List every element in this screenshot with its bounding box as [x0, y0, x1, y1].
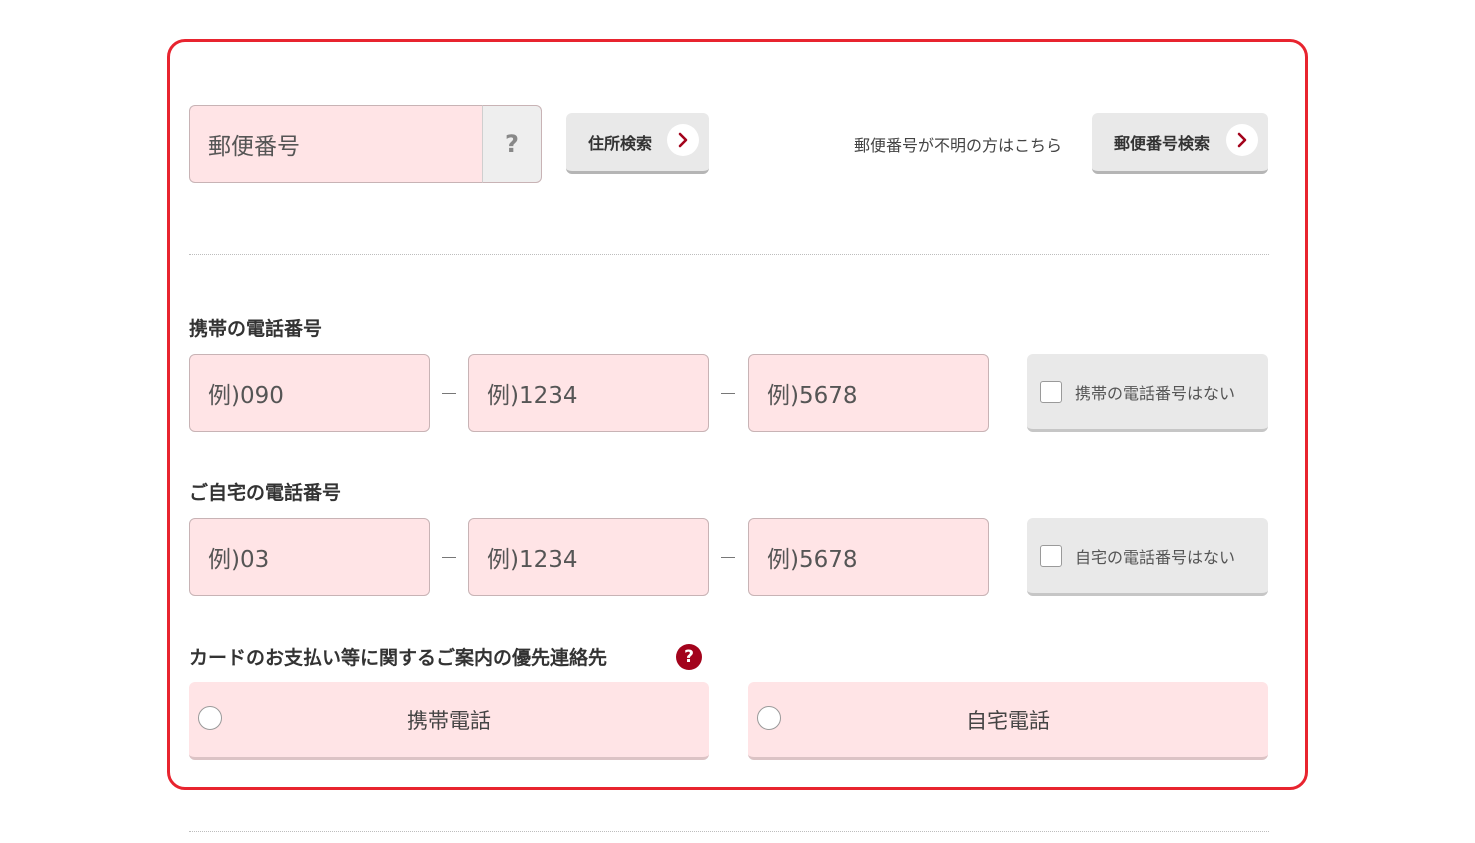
postal-code-input[interactable]: 郵便番号 — [189, 105, 485, 183]
checkbox-icon — [1040, 544, 1062, 567]
mobile-part2-placeholder: 例)1234 — [487, 383, 578, 409]
home-phone-part3-input[interactable]: 例)5678 — [748, 518, 989, 596]
section-divider — [189, 254, 1269, 255]
question-icon: ? — [505, 130, 519, 158]
contact-option-label: 携帯電話 — [407, 708, 491, 733]
preferred-contact-label: カードのお支払い等に関するご案内の優先連絡先 — [189, 647, 608, 669]
postal-unknown-note: 郵便番号が不明の方はこちら — [854, 136, 1063, 155]
mobile-part3-placeholder: 例)5678 — [767, 383, 858, 409]
chevron-right-icon — [1226, 124, 1258, 156]
mobile-phone-part3-input[interactable]: 例)5678 — [748, 354, 989, 432]
home-phone-part2-input[interactable]: 例)1234 — [468, 518, 709, 596]
postal-search-label: 郵便番号検索 — [1114, 134, 1211, 153]
phone-separator — [442, 557, 456, 558]
contact-option-mobile[interactable]: 携帯電話 — [189, 682, 709, 760]
contact-option-label: 自宅電話 — [966, 708, 1050, 733]
no-home-phone-checkbox[interactable]: 自宅の電話番号はない — [1027, 518, 1268, 596]
mobile-part1-placeholder: 例)090 — [208, 383, 284, 409]
postal-help-button[interactable]: ? — [482, 105, 542, 183]
home-phone-label: ご自宅の電話番号 — [189, 482, 342, 504]
home-part2-placeholder: 例)1234 — [487, 547, 578, 573]
question-icon[interactable]: ? — [676, 644, 702, 670]
section-divider — [189, 831, 1269, 832]
help-question-mark: ? — [684, 647, 694, 667]
contact-option-home[interactable]: 自宅電話 — [748, 682, 1268, 760]
no-mobile-phone-label: 携帯の電話番号はない — [1075, 383, 1236, 403]
postal-code-placeholder: 郵便番号 — [208, 134, 300, 160]
postal-search-button[interactable]: 郵便番号検索 — [1092, 113, 1268, 174]
phone-separator — [721, 557, 735, 558]
address-search-label: 住所検索 — [588, 134, 653, 153]
home-part1-placeholder: 例)03 — [208, 547, 270, 573]
mobile-phone-label: 携帯の電話番号 — [189, 318, 323, 340]
phone-separator — [721, 393, 735, 394]
mobile-phone-part2-input[interactable]: 例)1234 — [468, 354, 709, 432]
phone-separator — [442, 393, 456, 394]
address-search-button[interactable]: 住所検索 — [566, 113, 709, 174]
home-phone-part1-input[interactable]: 例)03 — [189, 518, 430, 596]
checkbox-icon — [1040, 380, 1062, 403]
no-home-phone-label: 自宅の電話番号はない — [1075, 547, 1236, 567]
home-part3-placeholder: 例)5678 — [767, 547, 858, 573]
chevron-right-icon — [667, 124, 699, 156]
no-mobile-phone-checkbox[interactable]: 携帯の電話番号はない — [1027, 354, 1268, 432]
mobile-phone-part1-input[interactable]: 例)090 — [189, 354, 430, 432]
